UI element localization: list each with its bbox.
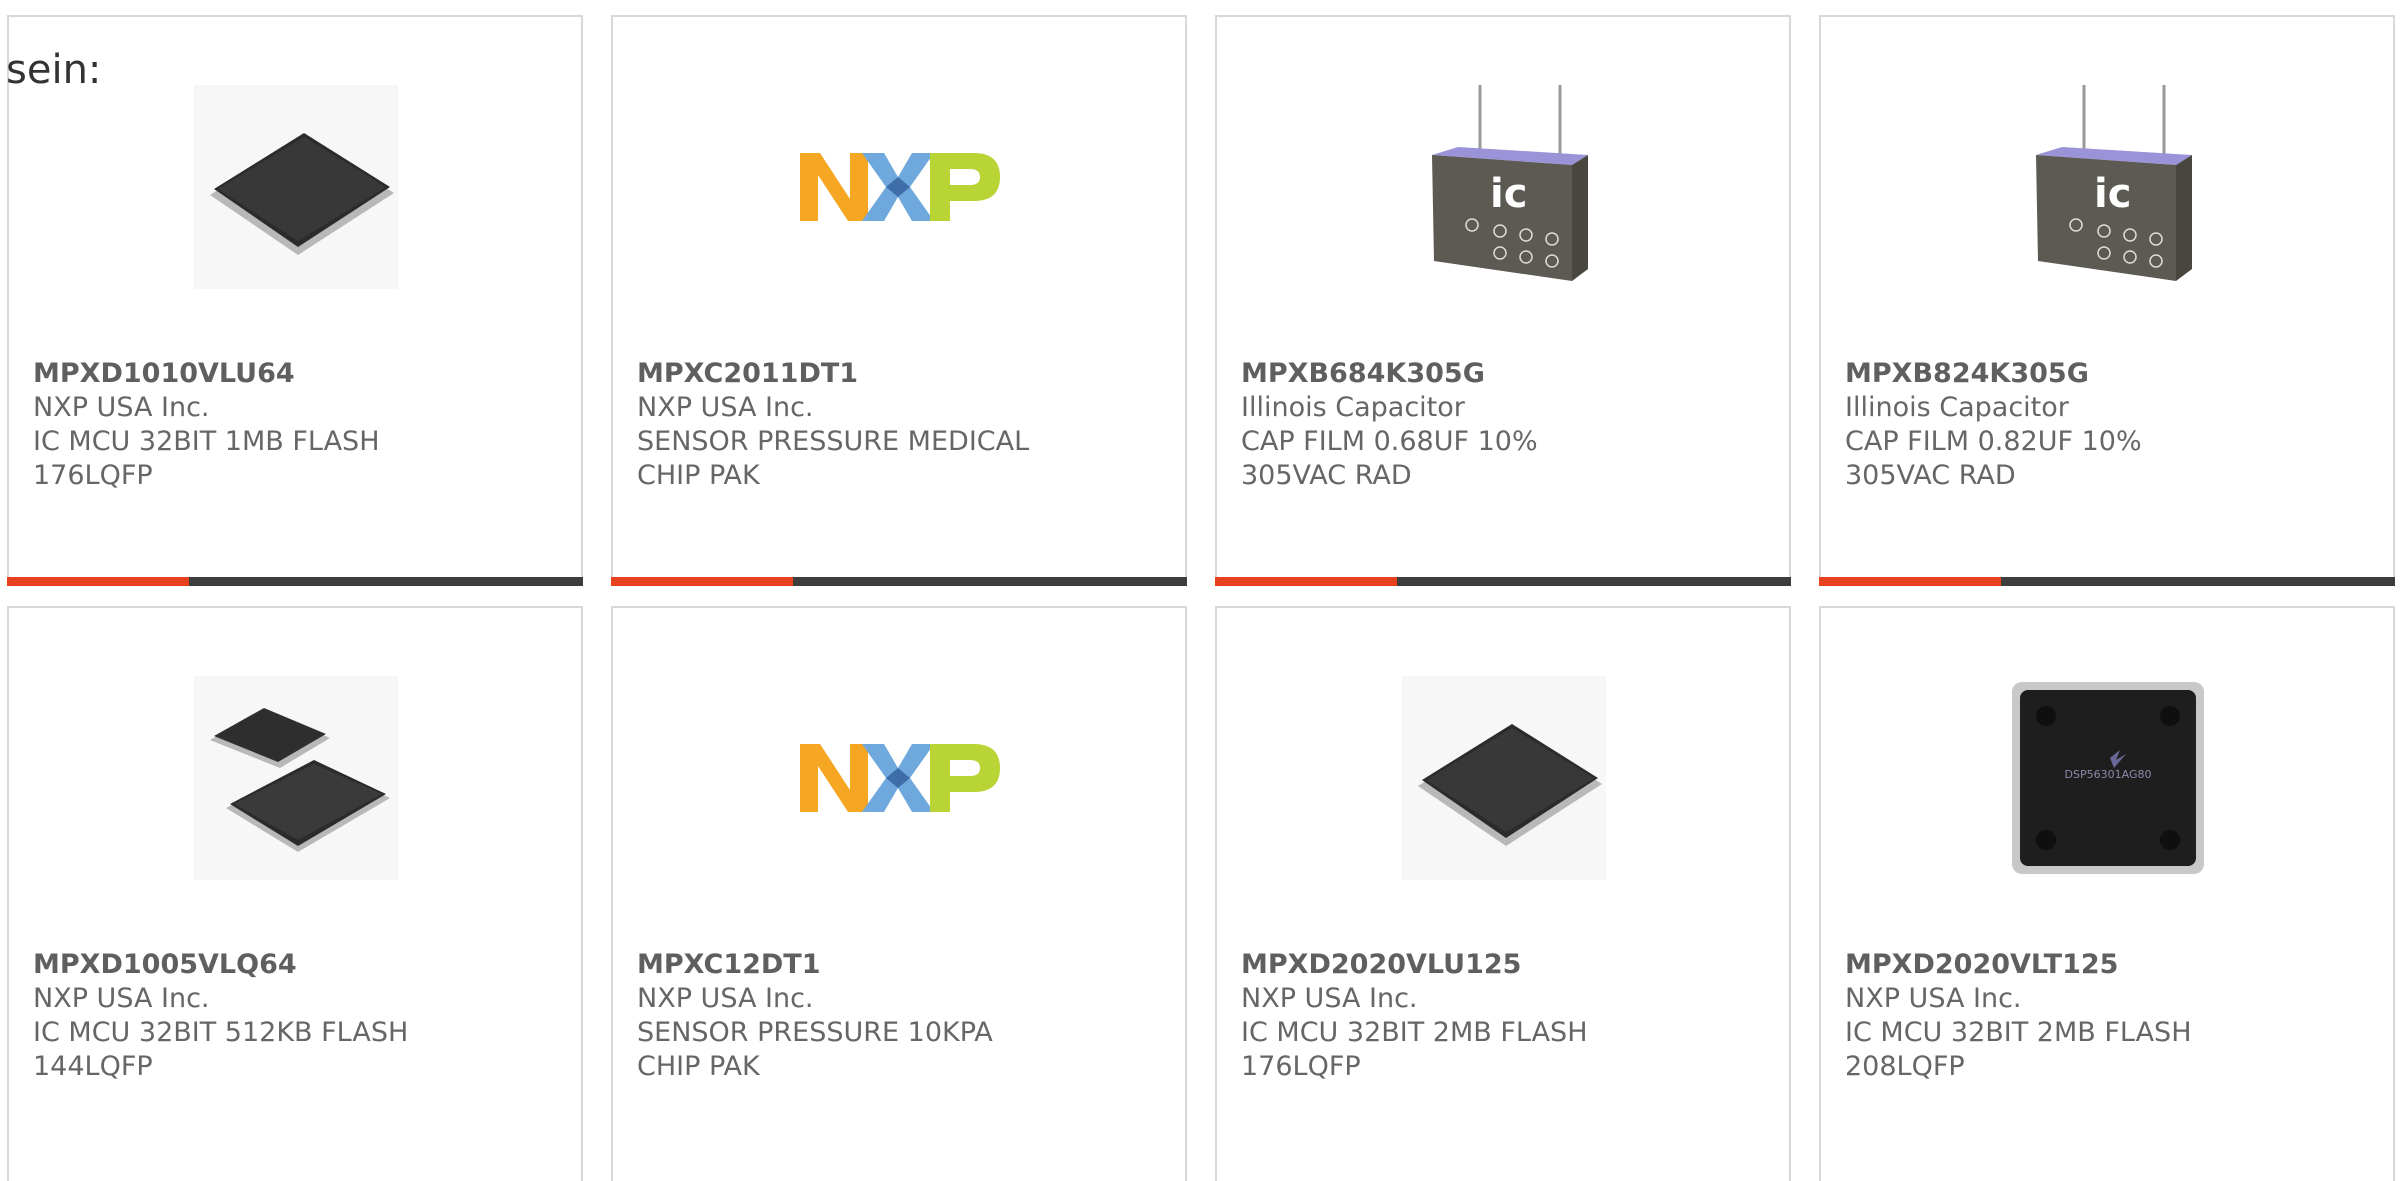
manufacturer-name: NXP USA Inc. <box>1845 983 2022 1014</box>
product-card[interactable]: MPXD2020VLU125 NXP USA Inc. IC MCU 32BIT… <box>1215 606 1791 1181</box>
product-description: IC MCU 32BIT 512KB FLASH 144LQFP <box>33 1017 409 1082</box>
part-number-link[interactable]: MPXC12DT1 <box>637 948 1157 982</box>
card-footer-bar <box>1819 577 2395 586</box>
product-card[interactable]: MPXD1005VLQ64 NXP USA Inc. IC MCU 32BIT … <box>7 606 583 1181</box>
film-capacitor-icon: ic <box>1402 85 1606 289</box>
product-description: IC MCU 32BIT 2MB FLASH 176LQFP <box>1241 1017 1588 1082</box>
part-number-link[interactable]: MPXC2011DT1 <box>637 357 1157 391</box>
qfp-chip-icon <box>194 85 398 289</box>
product-description: IC MCU 32BIT 1MB FLASH 176LQFP <box>33 426 380 491</box>
card-accent-bar <box>611 577 793 586</box>
card-accent-bar <box>1819 577 2001 586</box>
manufacturer-name: NXP USA Inc. <box>637 983 814 1014</box>
section-heading: sein: <box>6 47 102 93</box>
manufacturer-name: NXP USA Inc. <box>1241 983 1418 1014</box>
manufacturer-name: NXP USA Inc. <box>33 983 210 1014</box>
product-card[interactable]: MPXC2011DT1 NXP USA Inc. SENSOR PRESSURE… <box>611 15 1187 586</box>
card-footer-bar <box>7 577 583 586</box>
card-footer-bar <box>1215 577 1791 586</box>
product-card[interactable]: MPXD1010VLU64 NXP USA Inc. IC MCU 32BIT … <box>7 15 583 586</box>
svg-text:ic: ic <box>2094 171 2131 217</box>
part-number-link[interactable]: MPXD2020VLT125 <box>1845 948 2365 982</box>
qfp-chip-icon <box>1402 676 1606 880</box>
product-card[interactable]: ic MPXB824K305G Illinois Capacitor CAP F… <box>1819 15 2395 586</box>
nxp-logo-icon <box>798 676 1002 880</box>
manufacturer-name: NXP USA Inc. <box>637 392 814 423</box>
chip-topview-icon: DSP56301AG80 <box>2006 676 2210 880</box>
part-number-link[interactable]: MPXB824K305G <box>1845 357 2365 391</box>
part-number-link[interactable]: MPXB684K305G <box>1241 357 1761 391</box>
product-card[interactable]: DSP56301AG80 MPXD2020VLT125 NXP USA Inc.… <box>1819 606 2395 1181</box>
card-accent-bar <box>7 577 189 586</box>
card-accent-bar <box>1215 577 1397 586</box>
product-description: SENSOR PRESSURE 10KPA CHIP PAK <box>637 1017 993 1082</box>
chip-marking: DSP56301AG80 <box>2065 768 2152 781</box>
part-number-link[interactable]: MPXD2020VLU125 <box>1241 948 1761 982</box>
manufacturer-name: NXP USA Inc. <box>33 392 210 423</box>
manufacturer-name: Illinois Capacitor <box>1241 392 1465 423</box>
svg-text:ic: ic <box>1490 171 1527 217</box>
product-description: IC MCU 32BIT 2MB FLASH 208LQFP <box>1845 1017 2192 1082</box>
part-number-link[interactable]: MPXD1005VLQ64 <box>33 948 553 982</box>
two-qfp-chips-icon <box>194 676 398 880</box>
manufacturer-name: Illinois Capacitor <box>1845 392 2069 423</box>
product-description: CAP FILM 0.82UF 10% 305VAC RAD <box>1845 426 2142 491</box>
film-capacitor-icon: ic <box>2006 85 2210 289</box>
product-card[interactable]: ic MPXB684K305G Illinois Capacitor CAP F… <box>1215 15 1791 586</box>
nxp-logo-icon <box>798 85 1002 289</box>
part-number-link[interactable]: MPXD1010VLU64 <box>33 357 553 391</box>
product-card[interactable]: MPXC12DT1 NXP USA Inc. SENSOR PRESSURE 1… <box>611 606 1187 1181</box>
product-description: CAP FILM 0.68UF 10% 305VAC RAD <box>1241 426 1538 491</box>
card-footer-bar <box>611 577 1187 586</box>
product-description: SENSOR PRESSURE MEDICAL CHIP PAK <box>637 426 1030 491</box>
